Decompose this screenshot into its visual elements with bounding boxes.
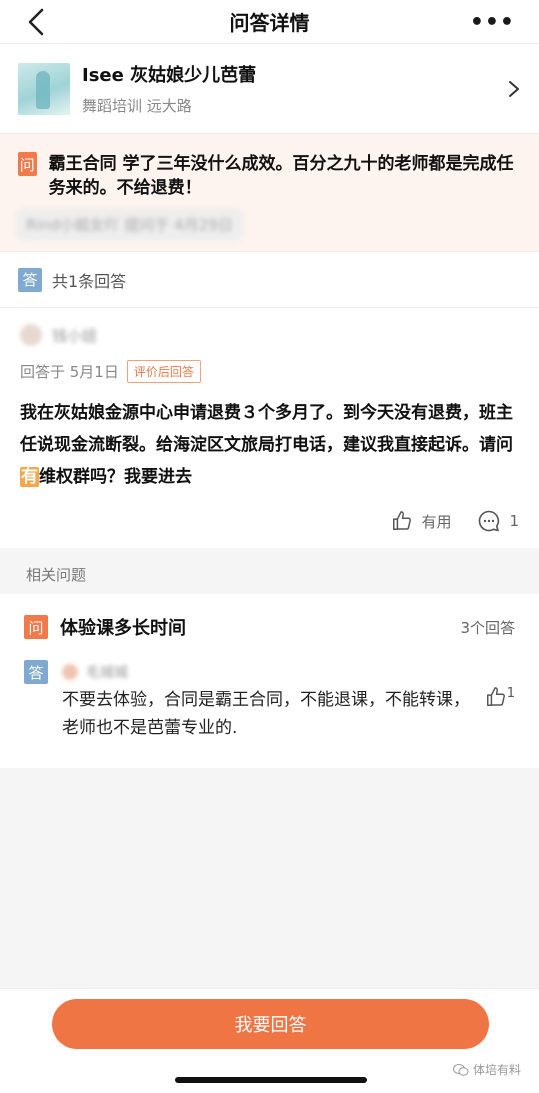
comment-button[interactable]: 1: [477, 509, 519, 533]
watermark: 体培有料: [452, 1061, 521, 1078]
chevron-right-icon[interactable]: [507, 79, 521, 99]
related-answer-count: 3个回答: [460, 618, 515, 637]
question-tag: 问: [18, 152, 37, 176]
answer-count-label: 共1条回答: [52, 271, 127, 291]
shop-card[interactable]: Isee 灰姑娘少儿芭蕾 舞蹈培训 远大路: [0, 44, 539, 134]
home-indicator: [175, 1077, 367, 1083]
answers-header: 答 共1条回答: [0, 252, 539, 308]
related-section-label: 相关问题: [0, 556, 539, 594]
back-arrow-icon[interactable]: [22, 6, 54, 38]
answer-item: 钱小妞 回答于 5月1日 评价后回答 我在灰姑娘金源中心申请退费３个多月了。到今…: [0, 308, 539, 548]
answer-tag: 答: [18, 267, 42, 292]
question-text: 霸王合同 学了三年没什么成效。百分之九十的老师都是完成任务来的。不给退费！: [48, 154, 514, 198]
answer-button[interactable]: 我要回答: [52, 999, 489, 1049]
comment-count: 1: [509, 512, 519, 530]
related-question-card[interactable]: 问 体验课多长时间 3个回答 答 毛城城 不要去体验，合同是霸王合同，不能退课，…: [0, 594, 539, 770]
bottom-bar: 我要回答 体培有料: [0, 988, 539, 1093]
review-badge: 评价后回答: [126, 360, 201, 383]
thumbs-up-icon: [393, 511, 412, 530]
shop-thumbnail: [18, 62, 70, 115]
watermark-text: 体培有料: [472, 1063, 521, 1077]
related-question-tag: 问: [24, 615, 48, 639]
top-nav-bar: 问答详情 •••: [0, 0, 539, 44]
answer-text-part: 我在灰姑娘金源中心申请退费３个多月了。到今天没有退费，班主任说现金流断裂。给海淀…: [20, 403, 513, 455]
related-like-button[interactable]: 1: [485, 686, 515, 742]
question-block: 问 霸王合同 学了三年没什么成效。百分之九十的老师都是完成任务来的。不给退费！ …: [0, 134, 539, 252]
avatar: [62, 664, 78, 680]
related-answerer: 毛城城: [62, 662, 128, 682]
answer-date: 回答于 5月1日: [20, 363, 119, 381]
related-answer-text: 不要去体验，合同是霸王合同，不能退课，不能转课，老师也不是芭蕾专业的.: [62, 690, 470, 738]
answer-text-part: 维权群吗？我要进去: [39, 467, 192, 487]
useful-label: 有用: [421, 512, 452, 531]
answer-text-highlight: 有: [20, 467, 39, 487]
shop-info: Isee 灰姑娘少儿芭蕾 舞蹈培训 远大路: [82, 61, 507, 116]
useful-button[interactable]: 有用: [391, 510, 451, 532]
section-divider: [0, 548, 539, 556]
wechat-icon: [452, 1063, 469, 1076]
answerer[interactable]: 钱小妞: [20, 324, 519, 346]
empty-area: [0, 768, 539, 988]
shop-name: Isee 灰姑娘少儿芭蕾: [82, 65, 257, 86]
related-answerer-name: 毛城城: [86, 665, 128, 681]
thumbs-up-icon: [486, 687, 505, 706]
comment-icon: [479, 510, 500, 532]
related-question-title: 体验课多长时间: [60, 618, 186, 639]
answer-text: 我在灰姑娘金源中心申请退费３个多月了。到今天没有退费，班主任说现金流断裂。给海淀…: [20, 397, 519, 493]
more-options-icon[interactable]: •••: [470, 10, 515, 35]
related-like-count: 1: [506, 686, 515, 701]
avatar: [20, 324, 42, 346]
related-answer-tag: 答: [24, 660, 48, 684]
asker-meta: Rind小姐女吖 提问于 4月29日: [16, 208, 243, 241]
answerer-name: 钱小妞: [52, 326, 98, 345]
page-title: 问答详情: [229, 11, 310, 35]
shop-subtitle: 舞蹈培训 远大路: [82, 97, 192, 115]
